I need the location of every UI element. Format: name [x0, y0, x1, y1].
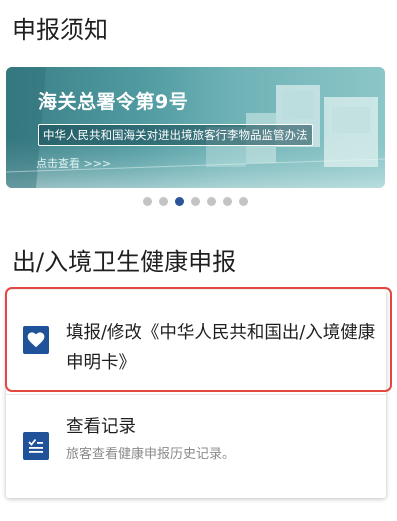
carousel-dot-active[interactable]: [175, 197, 184, 206]
carousel-dot[interactable]: [159, 197, 168, 206]
fill-declaration-label: 填报/修改《中华人民共和国出/入境健康申明卡》: [66, 323, 376, 373]
carousel-indicator: [143, 197, 248, 206]
health-declaration-heading: 出/入境卫生健康申报: [12, 248, 237, 276]
banner-view-more-link[interactable]: 点击查看 >>>: [36, 155, 111, 171]
notice-banner[interactable]: 海关总署令第9号 中华人民共和国海关对进出境旅客行李物品监管办法 点击查看 >>…: [6, 67, 385, 188]
view-records-label: 查看记录: [66, 417, 136, 437]
record-list-icon: [23, 432, 49, 460]
heart-icon: [23, 326, 49, 354]
health-declaration-page: 申报须知 海关总署令第9号 中华人民共和国海关对进出境旅客行李物品监管办法 点击…: [0, 0, 397, 521]
view-records-description: 旅客查看健康申报历史记录。: [66, 447, 236, 462]
carousel-dot[interactable]: [239, 197, 248, 206]
fill-declaration-card[interactable]: 填报/修改《中华人民共和国出/入境健康申明卡》: [6, 290, 386, 394]
health-actions-list: 填报/修改《中华人民共和国出/入境健康申明卡》 查看记录 旅客查看健康申报历史记…: [6, 290, 386, 498]
carousel-dot[interactable]: [223, 197, 232, 206]
carousel-dot[interactable]: [207, 197, 216, 206]
carousel-dot[interactable]: [191, 197, 200, 206]
carousel-dot[interactable]: [143, 197, 152, 206]
view-records-card[interactable]: 查看记录 旅客查看健康申报历史记录。: [6, 394, 386, 498]
declaration-notice-heading: 申报须知: [12, 16, 108, 44]
banner-subtitle: 中华人民共和国海关对进出境旅客行李物品监管办法: [38, 124, 313, 146]
banner-title: 海关总署令第9号: [38, 91, 189, 113]
